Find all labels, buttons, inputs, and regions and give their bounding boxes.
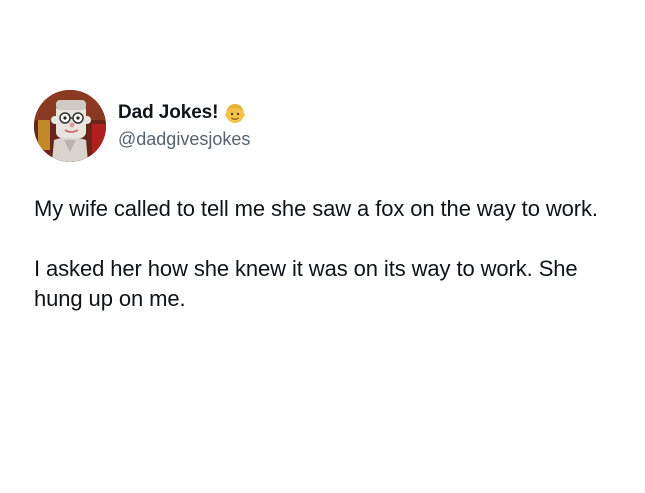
tweet-paragraph: My wife called to tell me she saw a fox … bbox=[34, 196, 598, 221]
display-name-row: Dad Jokes! bbox=[118, 101, 250, 125]
cartoon-dad-avatar-icon bbox=[34, 90, 106, 162]
author-names: Dad Jokes! @dadgivesjokes bbox=[118, 101, 250, 151]
man-face-emoji-icon bbox=[224, 102, 246, 124]
display-name[interactable]: Dad Jokes! bbox=[118, 101, 218, 125]
user-handle[interactable]: @dadgivesjokes bbox=[118, 127, 250, 151]
tweet-text: My wife called to tell me she saw a fox … bbox=[34, 194, 614, 314]
avatar[interactable] bbox=[34, 90, 106, 162]
tweet-card: Dad Jokes! @dadgivesjokes My wife called bbox=[34, 86, 624, 344]
tweet-header: Dad Jokes! @dadgivesjokes bbox=[34, 86, 624, 166]
tweet-paragraph: I asked her how she knew it was on its w… bbox=[34, 256, 578, 311]
